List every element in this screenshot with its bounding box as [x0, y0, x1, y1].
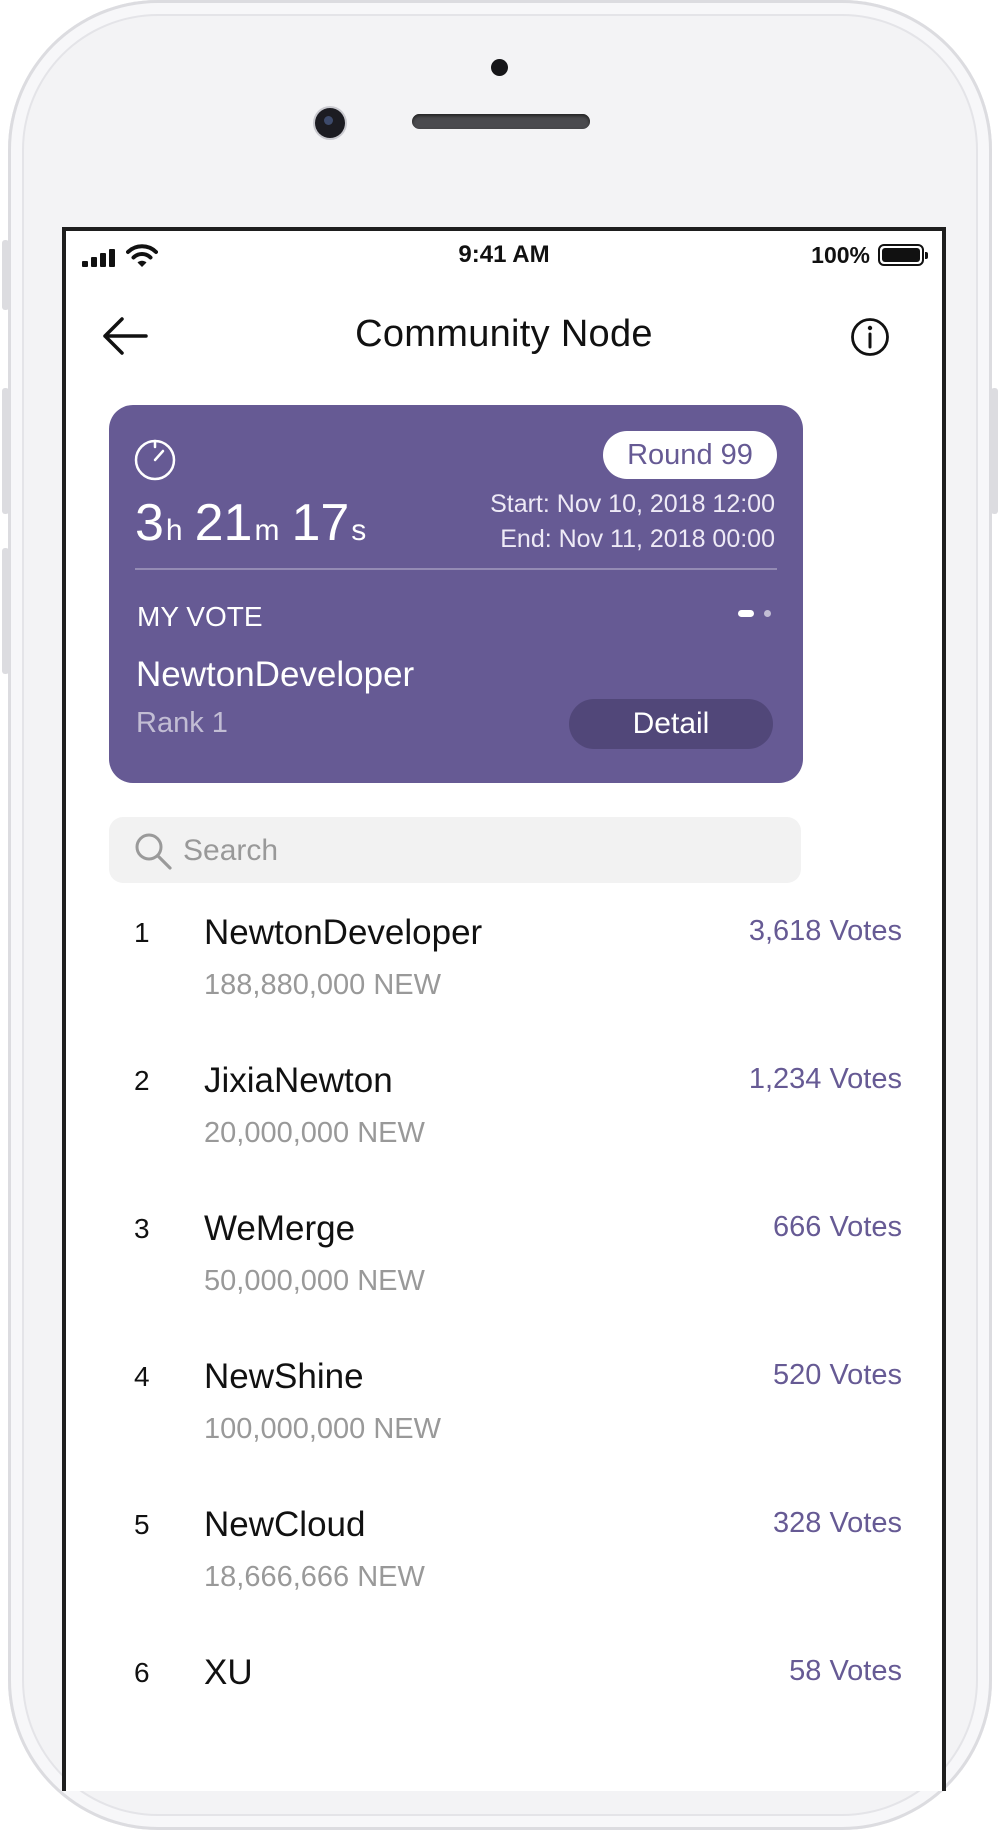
- node-amount: 188,880,000 NEW: [204, 969, 441, 1001]
- node-rank: 3: [134, 1213, 150, 1244]
- my-vote-label: MY VOTE: [137, 601, 263, 632]
- node-rank: 1: [134, 917, 150, 948]
- side-button-mute: [2, 240, 9, 310]
- search-input[interactable]: [181, 827, 785, 875]
- node-rank: 6: [134, 1657, 150, 1688]
- list-item[interactable]: 6 XU 58 Votes: [66, 1643, 942, 1791]
- node-amount: 18,666,666 NEW: [204, 1561, 425, 1593]
- round-end-date: End: Nov 11, 2018 00:00: [500, 525, 775, 553]
- countdown-seconds: 17: [291, 494, 350, 552]
- node-name: XU: [204, 1653, 253, 1692]
- vote-round-card: 3h 21m 17s Round 99 Start: Nov 10, 2018 12…: [109, 405, 803, 783]
- node-votes: 328 Votes: [773, 1507, 902, 1539]
- battery-icon: [878, 244, 928, 266]
- screen: 9:41 AM 100% Community Node 3h 21m 17s Rou…: [62, 227, 946, 1791]
- info-circle-icon[interactable]: [850, 317, 890, 357]
- countdown-hours: 3: [135, 494, 164, 552]
- node-amount: 100,000,000 NEW: [204, 1413, 441, 1445]
- round-badge: Round 99: [603, 431, 777, 479]
- side-button-volume-up: [2, 388, 9, 514]
- node-name: NewtonDeveloper: [204, 913, 483, 952]
- node-name: NewCloud: [204, 1505, 366, 1544]
- node-votes: 520 Votes: [773, 1359, 902, 1391]
- node-rank: 4: [134, 1361, 150, 1392]
- my-vote-rank: Rank 1: [136, 707, 228, 739]
- page-dot: [764, 610, 771, 618]
- front-camera: [315, 108, 345, 138]
- node-name: JixiaNewton: [204, 1061, 393, 1100]
- node-list: 1 NewtonDeveloper 188,880,000 NEW 3,618 …: [66, 903, 942, 1791]
- my-vote-node-name: NewtonDeveloper: [136, 655, 415, 694]
- node-votes: 58 Votes: [789, 1655, 902, 1687]
- side-button-power: [991, 388, 998, 514]
- page-title: Community Node: [355, 313, 653, 355]
- node-votes: 1,234 Votes: [748, 1063, 902, 1095]
- node-rank: 5: [134, 1509, 150, 1540]
- list-item[interactable]: 5 NewCloud 18,666,666 NEW 328 Votes: [66, 1495, 942, 1643]
- earpiece-speaker: [412, 114, 590, 129]
- page-indicator[interactable]: [737, 605, 771, 623]
- nav-header: Community Node: [66, 281, 942, 371]
- countdown-seconds-unit: s: [351, 514, 367, 547]
- search-bar[interactable]: [109, 817, 801, 883]
- countdown-hours-unit: h: [165, 514, 183, 547]
- list-item[interactable]: 1 NewtonDeveloper 188,880,000 NEW 3,618 …: [66, 903, 942, 1051]
- round-dates: Start: Nov 10, 2018 12:00 End: Nov 11, 2…: [490, 487, 775, 557]
- countdown-minutes: 21: [194, 494, 253, 552]
- list-item[interactable]: 4 NewShine 100,000,000 NEW 520 Votes: [66, 1347, 942, 1495]
- card-divider: [135, 568, 777, 570]
- node-name: WeMerge: [204, 1209, 356, 1248]
- node-votes: 666 Votes: [773, 1211, 902, 1243]
- list-item[interactable]: 2 JixiaNewton 20,000,000 NEW 1,234 Votes: [66, 1051, 942, 1199]
- countdown-timer: 3h 21m 17s: [135, 493, 378, 553]
- node-amount: 50,000,000 NEW: [204, 1265, 425, 1297]
- proximity-sensor: [491, 59, 508, 76]
- status-bar: 9:41 AM 100%: [66, 231, 942, 281]
- stopwatch-icon: [134, 439, 176, 481]
- node-rank: 2: [134, 1065, 150, 1096]
- page-dot-active: [737, 610, 754, 618]
- battery-percentage: 100%: [811, 242, 870, 268]
- node-votes: 3,618 Votes: [748, 915, 902, 947]
- countdown-minutes-unit: m: [254, 514, 280, 547]
- search-icon: [135, 833, 172, 870]
- node-amount: 20,000,000 NEW: [204, 1117, 425, 1149]
- detail-button[interactable]: Detail: [569, 699, 773, 749]
- list-item[interactable]: 3 WeMerge 50,000,000 NEW 666 Votes: [66, 1199, 942, 1347]
- side-button-volume-down: [2, 548, 9, 674]
- node-name: NewShine: [204, 1357, 364, 1396]
- round-start-date: Start: Nov 10, 2018 12:00: [490, 490, 775, 518]
